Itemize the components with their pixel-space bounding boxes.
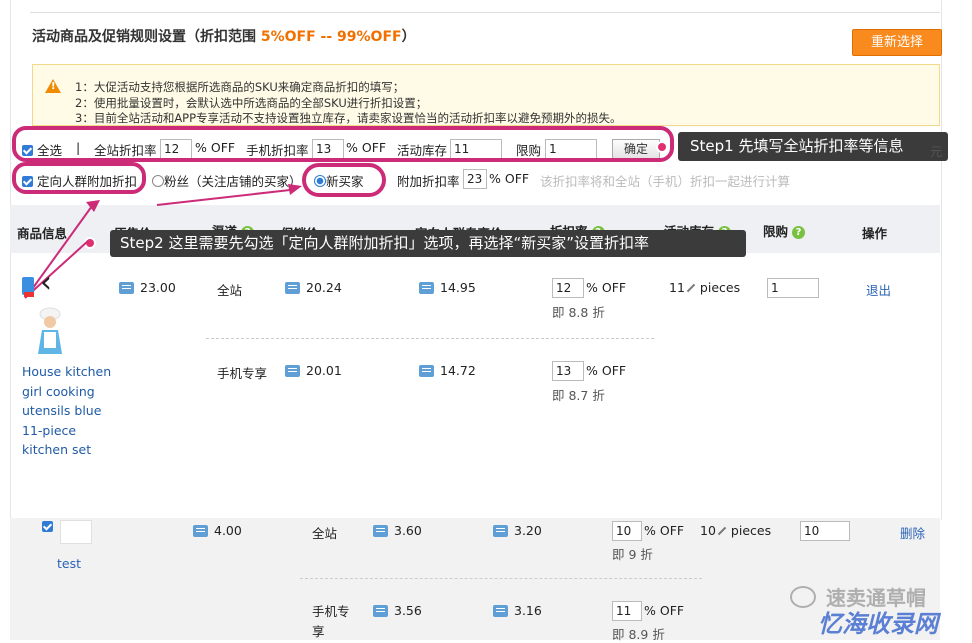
- product-thumbnail[interactable]: [60, 520, 92, 544]
- stock-value: 10: [700, 523, 716, 538]
- promo-price-value: 20.24: [306, 280, 342, 295]
- row-divider: [300, 578, 702, 579]
- target-price-value: 3.16: [514, 603, 542, 618]
- price-tag-icon: [119, 282, 134, 294]
- stock-cell: 10 pieces: [700, 523, 771, 538]
- original-price-value: 4.00: [214, 523, 242, 538]
- original-price-value: 23.00: [140, 280, 176, 295]
- badge-icon: [24, 292, 34, 297]
- discount-input[interactable]: 11: [612, 601, 642, 621]
- discount-note: 即 8.9 折: [612, 627, 665, 642]
- discount-note: 即 8.8 折: [552, 305, 605, 320]
- arrow-line: [24, 240, 89, 299]
- stock-unit: pieces: [730, 523, 772, 538]
- watermark-line-2: 忆海收录网: [818, 610, 938, 638]
- row-divider: [206, 338, 654, 339]
- channel-cell: 全站: [312, 526, 338, 541]
- original-price: 23.00: [119, 280, 176, 295]
- delete-link[interactable]: 删除: [900, 523, 925, 542]
- discount-input[interactable]: 13: [552, 361, 584, 381]
- stock-unit: pieces: [699, 280, 741, 295]
- off-unit: % OFF: [644, 523, 685, 538]
- target-price-value: 14.72: [440, 363, 476, 378]
- edit-pencil-icon[interactable]: [686, 283, 696, 293]
- promo-price: 20.24: [285, 280, 342, 295]
- edit-pencil-icon[interactable]: [717, 526, 727, 536]
- promo-price: 20.01: [285, 363, 342, 378]
- promo-price-value: 3.60: [394, 523, 422, 538]
- price-tag-icon: [373, 525, 388, 537]
- back-arrow-icon[interactable]: ‹: [40, 268, 52, 298]
- channel-cell: 手机专享: [217, 366, 268, 381]
- stock-cell: 11 pieces: [669, 280, 740, 295]
- product-checkbox[interactable]: [42, 520, 53, 532]
- stock-value: 11: [669, 280, 685, 295]
- channel-cell: 手机专享: [312, 604, 350, 639]
- promo-price-value: 3.56: [394, 603, 422, 618]
- target-price: 3.20: [493, 523, 542, 538]
- target-price: 14.72: [419, 363, 476, 378]
- target-price-value: 14.95: [440, 280, 476, 295]
- product-name[interactable]: test: [57, 556, 81, 571]
- limit-input[interactable]: 1: [767, 278, 819, 298]
- discount-note: 即 8.7 折: [552, 388, 605, 403]
- discount-note: 即 9 折: [612, 547, 653, 562]
- price-tag-icon: [285, 282, 300, 294]
- target-price: 14.95: [419, 280, 476, 295]
- channel-cell: 全站: [217, 283, 243, 298]
- price-tag-icon: [493, 525, 508, 537]
- arrow-head: [288, 184, 302, 195]
- promo-price: 3.56: [373, 603, 422, 618]
- promo-price: 3.60: [373, 523, 422, 538]
- discount-input[interactable]: 10: [612, 521, 642, 541]
- discount-input[interactable]: 12: [552, 278, 584, 298]
- checkbox-checked-icon[interactable]: [42, 521, 53, 532]
- price-tag-icon: [493, 605, 508, 617]
- limit-input[interactable]: 10: [800, 521, 850, 541]
- target-price-value: 3.20: [514, 523, 542, 538]
- price-tag-icon: [419, 365, 434, 377]
- product-name[interactable]: House kitchen girl cooking utensils blue…: [22, 362, 112, 460]
- product-thumbnail[interactable]: [32, 304, 68, 354]
- price-tag-icon: [193, 525, 208, 537]
- original-price: 4.00: [193, 523, 242, 538]
- exit-link[interactable]: 退出: [866, 280, 891, 299]
- off-unit: % OFF: [644, 603, 685, 618]
- off-unit: % OFF: [586, 363, 627, 378]
- off-unit: % OFF: [586, 280, 627, 295]
- promo-price-value: 20.01: [306, 363, 342, 378]
- target-price: 3.16: [493, 603, 542, 618]
- price-tag-icon: [285, 365, 300, 377]
- arrow-line: [156, 189, 291, 206]
- price-tag-icon: [419, 282, 434, 294]
- price-tag-icon: [373, 605, 388, 617]
- wechat-icon: [790, 586, 816, 608]
